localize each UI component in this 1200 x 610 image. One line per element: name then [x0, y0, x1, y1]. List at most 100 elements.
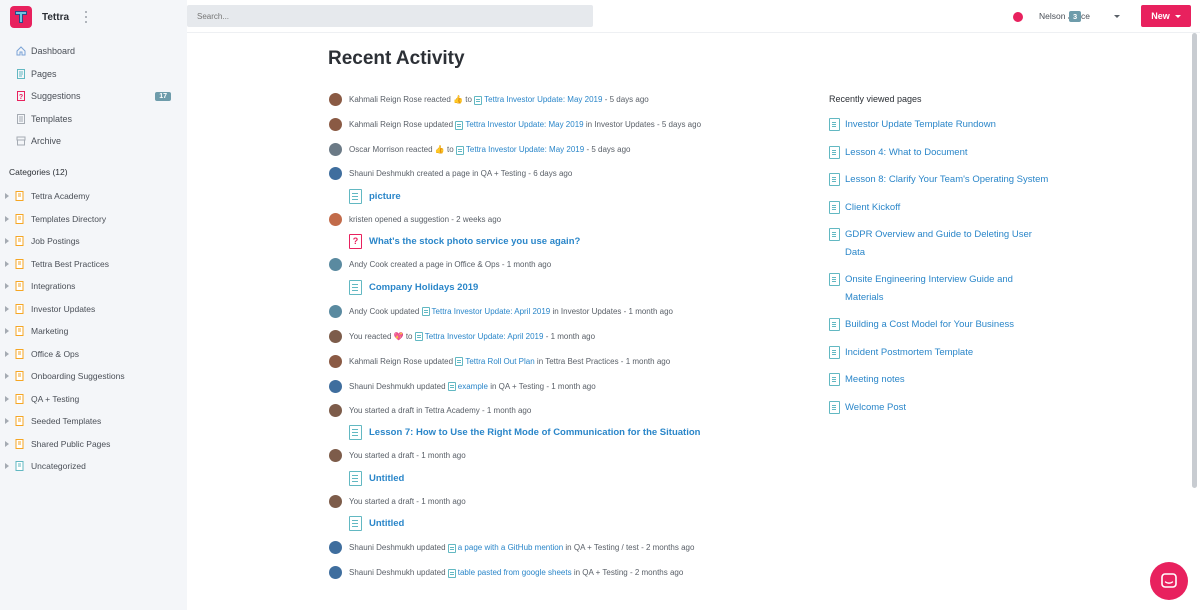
caret-right-icon[interactable] — [5, 260, 9, 267]
user-count-badge[interactable]: 3 — [1069, 11, 1082, 22]
activity-child-link[interactable]: ? What's the stock photo service you use … — [329, 231, 799, 254]
caret-right-icon[interactable] — [5, 373, 9, 380]
suggestions-count-badge: 17 — [155, 91, 171, 101]
notification-dot-icon[interactable] — [1013, 12, 1023, 22]
folder-icon — [15, 416, 25, 427]
activity-page-link[interactable]: Tettra Investor Update: April 2019 — [425, 332, 544, 341]
category-item[interactable]: QA + Testing — [0, 388, 187, 411]
avatar[interactable] — [329, 118, 342, 131]
recently-viewed-item[interactable]: Lesson 8: Clarify Your Team's Operating … — [829, 171, 1049, 189]
avatar[interactable] — [329, 304, 342, 318]
category-item[interactable]: Uncategorized — [0, 455, 187, 478]
avatar[interactable] — [329, 329, 342, 343]
chevron-down-icon[interactable] — [1114, 15, 1120, 18]
page-icon — [455, 357, 464, 366]
recently-viewed-label: Building a Cost Model for Your Business — [845, 319, 1014, 330]
activity-row: kristen opened a suggestion - 2 weeks ag… — [329, 208, 799, 231]
activity-page-link[interactable]: table pasted from google sheets — [458, 568, 572, 577]
brand[interactable]: Tettra — [10, 6, 69, 28]
category-item[interactable]: Tettra Best Practices — [0, 253, 187, 276]
activity-child-title: Untitled — [369, 472, 405, 484]
activity-page-link[interactable]: Tettra Investor Update: May 2019 — [466, 145, 584, 154]
avatar[interactable] — [329, 566, 342, 579]
activity-child-link[interactable]: Lesson 7: How to Use the Right Mode of C… — [329, 422, 799, 445]
scrollbar[interactable] — [1192, 33, 1197, 488]
sidebar-item-templates[interactable]: Templates — [0, 108, 187, 131]
recently-viewed-item[interactable]: Building a Cost Model for Your Business — [829, 316, 1049, 334]
page-icon — [349, 279, 362, 295]
avatar[interactable] — [329, 93, 342, 106]
home-icon — [16, 46, 26, 56]
avatar[interactable] — [329, 403, 342, 417]
recently-viewed-label: Welcome Post — [845, 401, 907, 413]
avatar[interactable] — [329, 494, 342, 508]
search-input[interactable] — [187, 5, 593, 27]
activity-page-link[interactable]: Tettra Investor Update: April 2019 — [432, 307, 551, 316]
sidebar-item-dashboard[interactable]: Dashboard — [0, 40, 187, 63]
recently-viewed-item[interactable]: Onsite Engineering Interview Guide and M… — [829, 271, 1049, 306]
avatar[interactable] — [329, 354, 342, 368]
avatar[interactable] — [329, 212, 342, 226]
category-item[interactable]: Job Postings — [0, 230, 187, 253]
sidebar-item-suggestions[interactable]: ? Suggestions 17 — [0, 85, 187, 108]
caret-right-icon[interactable] — [5, 283, 9, 290]
avatar[interactable] — [329, 143, 342, 156]
recently-viewed-item[interactable]: Meeting notes — [829, 371, 1049, 389]
recently-viewed-item[interactable]: Incident Postmortem Template — [829, 344, 1049, 362]
category-item[interactable]: Integrations — [0, 275, 187, 298]
avatar[interactable] — [329, 167, 342, 180]
sidebar-item-archive[interactable]: Archive — [0, 130, 187, 153]
category-item[interactable]: Seeded Templates — [0, 410, 187, 433]
category-label: Tettra Best Practices — [31, 258, 109, 269]
activity-child-link[interactable]: Company Holidays 2019 — [329, 276, 799, 299]
activity-page-link[interactable]: Tettra Investor Update: May 2019 — [484, 95, 602, 104]
caret-right-icon[interactable] — [5, 328, 9, 335]
category-item[interactable]: Tettra Academy — [0, 185, 187, 208]
avatar[interactable] — [329, 449, 342, 462]
activity-child-link[interactable]: Untitled — [329, 513, 799, 536]
more-options-icon[interactable] — [84, 11, 88, 23]
folder-icon — [15, 461, 25, 472]
activity-row: Andy Cook updated Tettra Investor Update… — [329, 299, 799, 324]
category-item[interactable]: Shared Public Pages — [0, 433, 187, 456]
caret-right-icon[interactable] — [5, 305, 9, 312]
activity-page-link[interactable]: a page with a GitHub mention — [458, 543, 563, 552]
new-button[interactable]: New — [1141, 5, 1191, 27]
recently-viewed-label: Lesson 8: Clarify Your Team's Operating … — [845, 174, 1049, 185]
avatar[interactable] — [329, 379, 342, 393]
page-title: Recent Activity — [328, 48, 465, 69]
activity-child-link[interactable]: picture — [329, 185, 799, 208]
avatar[interactable] — [329, 541, 342, 554]
recently-viewed-item[interactable]: Client Kickoff — [829, 199, 1049, 217]
recently-viewed-item[interactable]: Lesson 4: What to Document — [829, 144, 1049, 162]
caret-right-icon[interactable] — [5, 215, 9, 222]
caret-right-icon[interactable] — [5, 463, 9, 470]
activity-text: Kahmali Reign Rose updated — [349, 120, 454, 129]
user-name[interactable]: Nelson Joyce — [1039, 11, 1090, 21]
category-item[interactable]: Office & Ops — [0, 343, 187, 366]
avatar[interactable] — [329, 258, 342, 271]
recently-viewed-item[interactable]: Welcome Post — [829, 399, 1049, 417]
activity-child-link[interactable]: Untitled — [329, 467, 799, 490]
caret-right-icon[interactable] — [5, 440, 9, 447]
activity-page-link[interactable]: Tettra Investor Update: May 2019 — [465, 120, 583, 129]
caret-right-icon[interactable] — [5, 238, 9, 245]
caret-right-icon[interactable] — [5, 350, 9, 357]
sidebar-item-pages[interactable]: Pages — [0, 63, 187, 86]
category-item[interactable]: Investor Updates — [0, 298, 187, 321]
activity-page-link[interactable]: Tettra Roll Out Plan — [465, 357, 534, 366]
caret-right-icon[interactable] — [5, 418, 9, 425]
chat-launcher-button[interactable] — [1150, 562, 1188, 600]
activity-page-link[interactable]: example — [458, 382, 488, 391]
caret-right-icon[interactable] — [5, 193, 9, 200]
category-item[interactable]: Onboarding Suggestions — [0, 365, 187, 388]
category-label: Onboarding Suggestions — [31, 371, 125, 382]
recently-viewed-item[interactable]: GDPR Overview and Guide to Deleting User… — [829, 226, 1049, 261]
recently-viewed-item[interactable]: Investor Update Template Rundown — [829, 116, 1049, 134]
page-icon — [829, 200, 840, 214]
page-icon — [455, 145, 464, 155]
category-item[interactable]: Templates Directory — [0, 208, 187, 231]
category-item[interactable]: Marketing — [0, 320, 187, 343]
caret-right-icon[interactable] — [5, 395, 9, 402]
activity-text: Shauni Deshmukh updated — [349, 568, 446, 577]
